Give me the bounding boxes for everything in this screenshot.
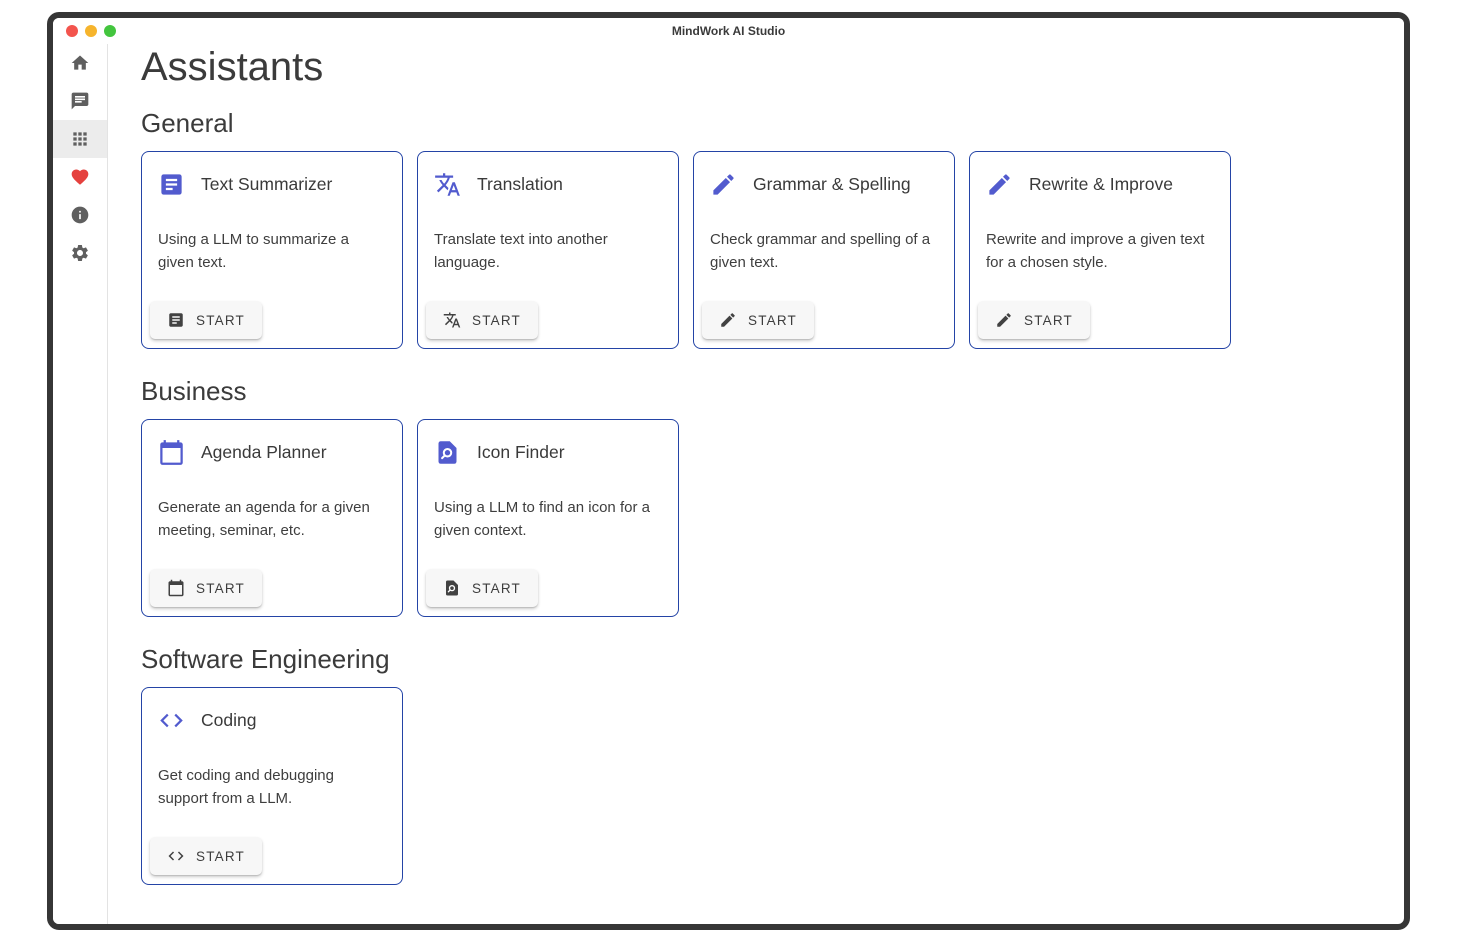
assistant-card: Icon Finder Using a LLM to find an icon … xyxy=(417,419,679,617)
sidebar-item-favorites[interactable] xyxy=(53,158,107,196)
calendar-icon xyxy=(167,579,185,597)
sidebar-item-chats[interactable] xyxy=(53,82,107,120)
translate-icon xyxy=(443,311,461,329)
home-icon xyxy=(70,53,90,73)
card-header: Rewrite & Improve xyxy=(970,152,1230,198)
card-header: Coding xyxy=(142,688,402,734)
app-window: MindWork AI Studio Assistants xyxy=(47,12,1410,930)
start-button[interactable]: START xyxy=(978,301,1090,339)
assistant-section: Business Agenda Planner Generate an agen… xyxy=(141,376,1384,617)
assistant-card: Coding Get coding and debugging support … xyxy=(141,687,403,885)
sections: General Text Summarizer Using a LLM to s… xyxy=(141,108,1384,885)
close-window-button[interactable] xyxy=(66,25,78,37)
sidebar-item-home[interactable] xyxy=(53,44,107,82)
start-button-label: START xyxy=(1024,313,1073,328)
pencil-icon xyxy=(995,311,1013,329)
card-row: Text Summarizer Using a LLM to summarize… xyxy=(141,151,1384,349)
assistant-card: Translation Translate text into another … xyxy=(417,151,679,349)
card-title: Rewrite & Improve xyxy=(1029,174,1173,195)
card-description: Translate text into another language. xyxy=(418,228,678,274)
assistant-section: Software Engineering Coding Get coding a… xyxy=(141,644,1384,885)
card-title: Text Summarizer xyxy=(201,174,332,195)
translate-icon xyxy=(434,171,461,198)
card-header: Agenda Planner xyxy=(142,420,402,466)
start-button-label: START xyxy=(472,581,521,596)
card-header: Icon Finder xyxy=(418,420,678,466)
sidebar-item-assistants[interactable] xyxy=(53,120,107,158)
minimize-window-button[interactable] xyxy=(85,25,97,37)
start-button-label: START xyxy=(472,313,521,328)
card-header: Grammar & Spelling xyxy=(694,152,954,198)
card-description: Using a LLM to summarize a given text. xyxy=(142,228,402,274)
title-bar: MindWork AI Studio xyxy=(53,18,1404,44)
pencil-icon xyxy=(719,311,737,329)
heart-icon xyxy=(70,167,90,187)
start-button[interactable]: START xyxy=(150,837,262,875)
assistant-card: Text Summarizer Using a LLM to summarize… xyxy=(141,151,403,349)
card-title: Coding xyxy=(201,710,256,731)
start-button-label: START xyxy=(748,313,797,328)
card-title: Grammar & Spelling xyxy=(753,174,911,195)
document-icon xyxy=(167,311,185,329)
start-button[interactable]: START xyxy=(426,569,538,607)
card-header: Translation xyxy=(418,152,678,198)
main-content: Assistants General Text Summarizer Using… xyxy=(108,44,1404,924)
apps-grid-icon xyxy=(70,129,90,149)
assistant-card: Rewrite & Improve Rewrite and improve a … xyxy=(969,151,1231,349)
assistant-card: Agenda Planner Generate an agenda for a … xyxy=(141,419,403,617)
card-header: Text Summarizer xyxy=(142,152,402,198)
chat-icon xyxy=(70,91,90,111)
card-description: Rewrite and improve a given text for a c… xyxy=(970,228,1230,274)
document-icon xyxy=(158,171,185,198)
code-icon xyxy=(158,707,185,734)
start-button[interactable]: START xyxy=(702,301,814,339)
card-title: Translation xyxy=(477,174,563,195)
section-title: Software Engineering xyxy=(141,644,1384,674)
code-icon xyxy=(167,847,185,865)
section-title: Business xyxy=(141,376,1384,406)
card-row: Coding Get coding and debugging support … xyxy=(141,687,1384,885)
section-title: General xyxy=(141,108,1384,138)
sidebar xyxy=(53,44,108,924)
assistant-card: Grammar & Spelling Check grammar and spe… xyxy=(693,151,955,349)
start-button-label: START xyxy=(196,849,245,864)
card-description: Get coding and debugging support from a … xyxy=(142,764,402,810)
card-description: Generate an agenda for a given meeting, … xyxy=(142,496,402,542)
sidebar-item-info[interactable] xyxy=(53,196,107,234)
gear-icon xyxy=(70,243,90,263)
card-title: Agenda Planner xyxy=(201,442,327,463)
pencil-icon xyxy=(986,171,1013,198)
start-button[interactable]: START xyxy=(426,301,538,339)
sidebar-item-settings[interactable] xyxy=(53,234,107,272)
card-row: Agenda Planner Generate an agenda for a … xyxy=(141,419,1384,617)
card-description: Check grammar and spelling of a given te… xyxy=(694,228,954,274)
zoom-window-button[interactable] xyxy=(104,25,116,37)
page-title: Assistants xyxy=(141,44,1384,90)
start-button[interactable]: START xyxy=(150,569,262,607)
start-button-label: START xyxy=(196,581,245,596)
card-description: Using a LLM to find an icon for a given … xyxy=(418,496,678,542)
window-controls xyxy=(66,25,116,37)
start-button-label: START xyxy=(196,313,245,328)
icon-search-icon xyxy=(443,579,461,597)
start-button[interactable]: START xyxy=(150,301,262,339)
assistant-section: General Text Summarizer Using a LLM to s… xyxy=(141,108,1384,349)
calendar-icon xyxy=(158,439,185,466)
card-title: Icon Finder xyxy=(477,442,565,463)
icon-search-icon xyxy=(434,439,461,466)
info-icon xyxy=(70,205,90,225)
pencil-icon xyxy=(710,171,737,198)
window-title: MindWork AI Studio xyxy=(53,24,1404,38)
